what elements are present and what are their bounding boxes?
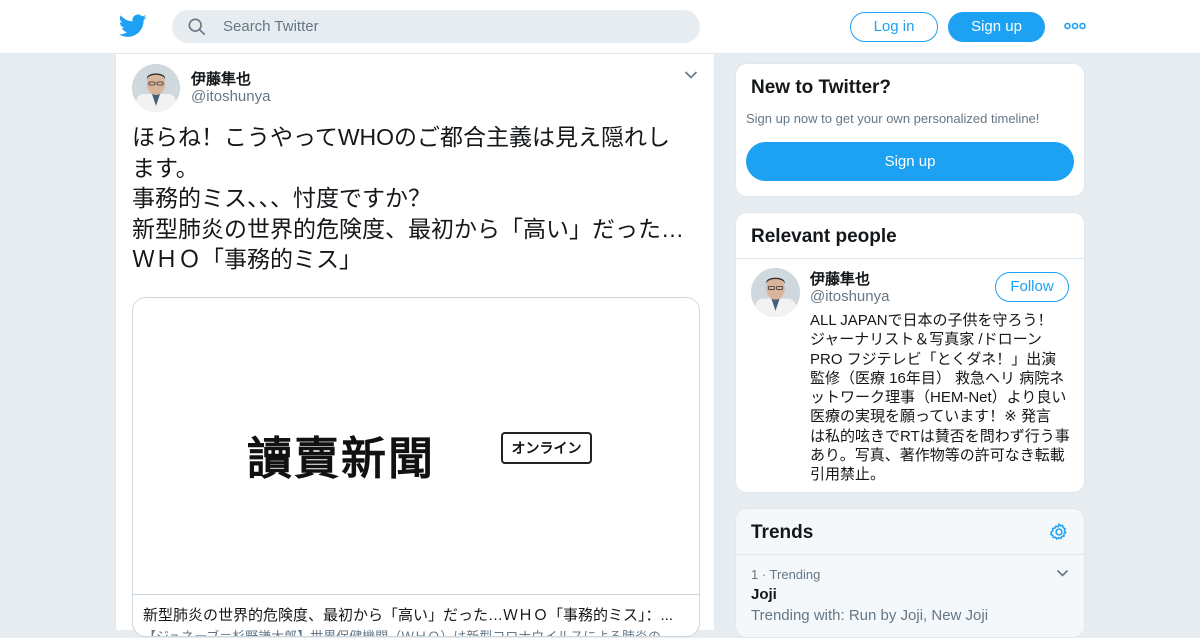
tweet-text-line: ます。: [132, 154, 199, 181]
trend-meta: 1 · Trending: [751, 567, 821, 582]
author-name[interactable]: 伊藤隼也: [191, 68, 251, 89]
card-description: 【ジュネーブ＝杉野謙太郎】世界保健機関（ＷＨＯ）は新型コロナウイルスによる肺炎の: [143, 629, 661, 637]
avatar[interactable]: [132, 64, 180, 112]
panel-signup-button[interactable]: Sign up: [746, 142, 1074, 181]
tweet-text-line: ほらね！こうやってWHOのご都合主義は見え隠れし: [132, 124, 671, 150]
chevron-down-icon[interactable]: [684, 70, 698, 80]
panel-heading: Relevant people: [751, 226, 897, 247]
tweet-text: ほらね！こうやってWHOのご都合主義は見え隠れし ます。 事務的ミス、、、忖度で…: [132, 122, 702, 275]
gear-icon[interactable]: [1049, 522, 1069, 542]
link-preview-card[interactable]: 讀賣新聞 オンライン 新型肺炎の世界的危険度、最初から「高い」だった…ＷＨＯ「事…: [132, 297, 700, 637]
avatar-photo: [751, 268, 800, 317]
top-navigation-bar: Search Twitter Log in Sign up: [0, 0, 1200, 54]
search-input[interactable]: Search Twitter: [223, 18, 319, 35]
card-title: 新型肺炎の世界的危険度、最初から「高い」だった…ＷＨＯ「事務的ミス」：...: [143, 607, 674, 624]
more-dots-icon[interactable]: [1064, 18, 1086, 34]
person-bio: ALL JAPANで日本の子供を守ろう！ ジャーナリスト＆写真家 /ドローン P…: [810, 311, 1074, 485]
bio-line: 監修（医療 16年目） 救急ヘリ 病院ネ: [810, 369, 1065, 387]
bio-line: あり。写真、著作物等の許可なき転載: [810, 447, 1065, 465]
twitter-bird-icon[interactable]: [119, 13, 147, 39]
tweet-text-line: ＷＨＯ「事務的ミス」: [132, 246, 362, 272]
tweet-detail: 伊藤隼也 @itoshunya ほらね！こうやってWHOのご都合主義は見え隠れし…: [115, 54, 715, 637]
avatar[interactable]: [751, 268, 800, 317]
bio-line: は私的呟きでRTは賛否を問わず行う事: [810, 427, 1070, 445]
divider: [736, 554, 1084, 555]
trend-name[interactable]: Joji: [751, 586, 777, 603]
tweet-text-line: 新型肺炎の世界的危険度、最初から「高い」だった…: [132, 215, 684, 242]
person-handle[interactable]: @itoshunya: [810, 288, 889, 305]
avatar-photo: [132, 64, 180, 112]
trends-panel: Trends 1 · Trending Joji Trending with: …: [735, 508, 1085, 638]
chevron-down-icon[interactable]: [1056, 569, 1069, 578]
panel-heading: New to Twitter?: [751, 77, 892, 98]
bio-line: 引用禁止。: [810, 466, 886, 484]
login-button[interactable]: Log in: [850, 12, 938, 42]
signup-panel: New to Twitter? Sign up now to get your …: [735, 63, 1085, 197]
author-handle[interactable]: @itoshunya: [191, 88, 270, 105]
online-badge: オンライン: [501, 432, 592, 464]
bio-line: ジャーナリスト＆写真家 /ドローン: [810, 331, 1042, 349]
bio-line: 医療の実現を願っています！※ 発言: [810, 408, 1051, 426]
search-bar[interactable]: Search Twitter: [172, 10, 700, 43]
bio-line: ットワーク理事（HEM-Net）より良い: [810, 389, 1067, 407]
tweet-text-line: 事務的ミス、、、忖度ですか？: [132, 185, 431, 211]
divider: [736, 258, 1084, 259]
panel-subtext: Sign up now to get your own personalized…: [746, 111, 1040, 126]
bio-line: PRO フジテレビ「とくダネ！」出演: [810, 350, 1057, 368]
signup-button[interactable]: Sign up: [948, 12, 1045, 42]
trend-related: Trending with: Run by Joji, New Joji: [751, 607, 989, 624]
follow-button[interactable]: Follow: [995, 272, 1069, 302]
search-icon: [188, 18, 206, 36]
person-name[interactable]: 伊藤隼也: [810, 268, 870, 289]
relevant-people-panel: Relevant people 伊藤隼也 @itoshunya Follow A…: [735, 212, 1085, 493]
yomiuri-logo: 讀賣新聞: [247, 432, 436, 485]
bio-line: ALL JAPANで日本の子供を守ろう！: [810, 312, 1053, 329]
panel-heading: Trends: [751, 522, 814, 543]
card-image: 讀賣新聞 オンライン: [133, 298, 699, 595]
